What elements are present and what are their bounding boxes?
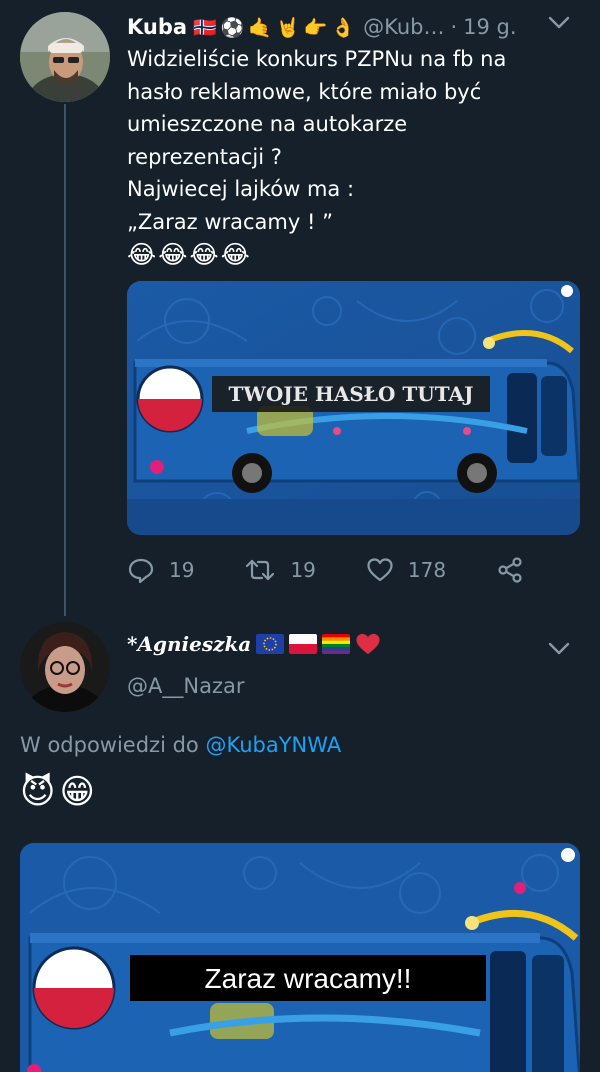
like-count: 178	[407, 558, 447, 582]
red-heart-icon	[356, 633, 380, 655]
grinning-face-icon: 😁	[59, 772, 95, 812]
tears-of-joy-icon: 😂	[189, 240, 219, 269]
eu-flag-icon	[256, 634, 285, 654]
separator-dot: ·	[450, 15, 458, 39]
tweet-image-bus[interactable]: Zaraz wracamy!!	[20, 843, 580, 1072]
tweet-image-bus[interactable]: TWOJE HASŁO TUTAJ	[127, 281, 580, 535]
bus-caption: TWOJE HASŁO TUTAJ	[229, 382, 474, 406]
tears-of-joy-icon: 😂	[158, 240, 188, 269]
poland-flag-icon	[289, 634, 318, 654]
tweet-actions: 19 19 178	[127, 553, 547, 587]
reply-button[interactable]: 19	[127, 556, 194, 584]
user-handle[interactable]: @Kub…	[363, 15, 444, 39]
retweet-button[interactable]: 19	[244, 556, 316, 584]
tweet-emojis: 😈 😁	[20, 772, 95, 812]
name-emojis: 🇳🇴 ⚽ 🤙 🤘 👉 👌	[193, 16, 355, 39]
heart-outline-icon	[367, 558, 393, 582]
call-me-hand-icon: 🤙	[248, 16, 273, 39]
tears-of-joy-icon: 😂	[220, 240, 250, 269]
share-button[interactable]	[496, 556, 538, 584]
reply-prefix: W odpowiedzi do	[20, 733, 199, 757]
tweet-text-line: „Zaraz wracamy ! ”	[127, 209, 333, 234]
reply-context: W odpowiedzi do @KubaYNWA	[20, 733, 341, 757]
display-name[interactable]: Kuba	[127, 15, 187, 39]
reply-to-link[interactable]: @KubaYNWA	[205, 733, 341, 757]
retweet-icon	[246, 559, 275, 581]
tweet-header: Kuba 🇳🇴 ⚽ 🤙 🤘 👉 👌 @Kub… · 19 g.	[127, 10, 587, 44]
chevron-down-icon[interactable]	[544, 8, 574, 38]
norway-flag-icon: 🇳🇴	[193, 16, 217, 39]
laughing-emojis: 😂 😂 😂 😂	[127, 240, 250, 269]
pointing-hand-icon: 👉	[303, 16, 328, 39]
soccer-ball-icon: ⚽	[220, 16, 245, 39]
tweet-text-line: Widzieliście konkurs PZPNu na fb na	[127, 47, 507, 71]
tears-of-joy-icon: 😂	[127, 240, 157, 269]
like-button[interactable]: 178	[366, 556, 446, 584]
display-name[interactable]: *Agnieszka	[127, 632, 251, 656]
reply-icon	[128, 558, 154, 584]
retweet-count: 19	[290, 558, 316, 582]
user-handle[interactable]: @A__Nazar	[127, 674, 244, 698]
tweet-text: Widzieliście konkurs PZPNu na fb na hasł…	[127, 43, 567, 238]
display-name-row: *Agnieszka	[127, 632, 381, 656]
tweet-text-line: umieszczone na autokarze	[127, 112, 408, 136]
chevron-down-icon[interactable]	[544, 634, 574, 664]
thread-line	[64, 104, 66, 616]
reply-count: 19	[169, 558, 195, 582]
smiling-devil-icon: 😈	[20, 772, 56, 812]
bus-caption: Zaraz wracamy!!	[205, 963, 412, 994]
tweet-text-line: hasło reklamowe, które miało być	[127, 79, 482, 104]
ok-hand-icon: 👌	[331, 16, 356, 39]
avatar[interactable]	[20, 622, 110, 712]
tweet-text-line: Najwiecej lajków ma :	[127, 177, 355, 201]
timestamp[interactable]: 19 g.	[463, 15, 516, 39]
rainbow-flag-icon	[322, 634, 351, 654]
avatar[interactable]	[20, 12, 110, 102]
share-icon	[498, 557, 522, 583]
rock-hand-icon: 🤘	[276, 16, 300, 39]
tweet-text-line: reprezentacji ?	[127, 144, 282, 169]
